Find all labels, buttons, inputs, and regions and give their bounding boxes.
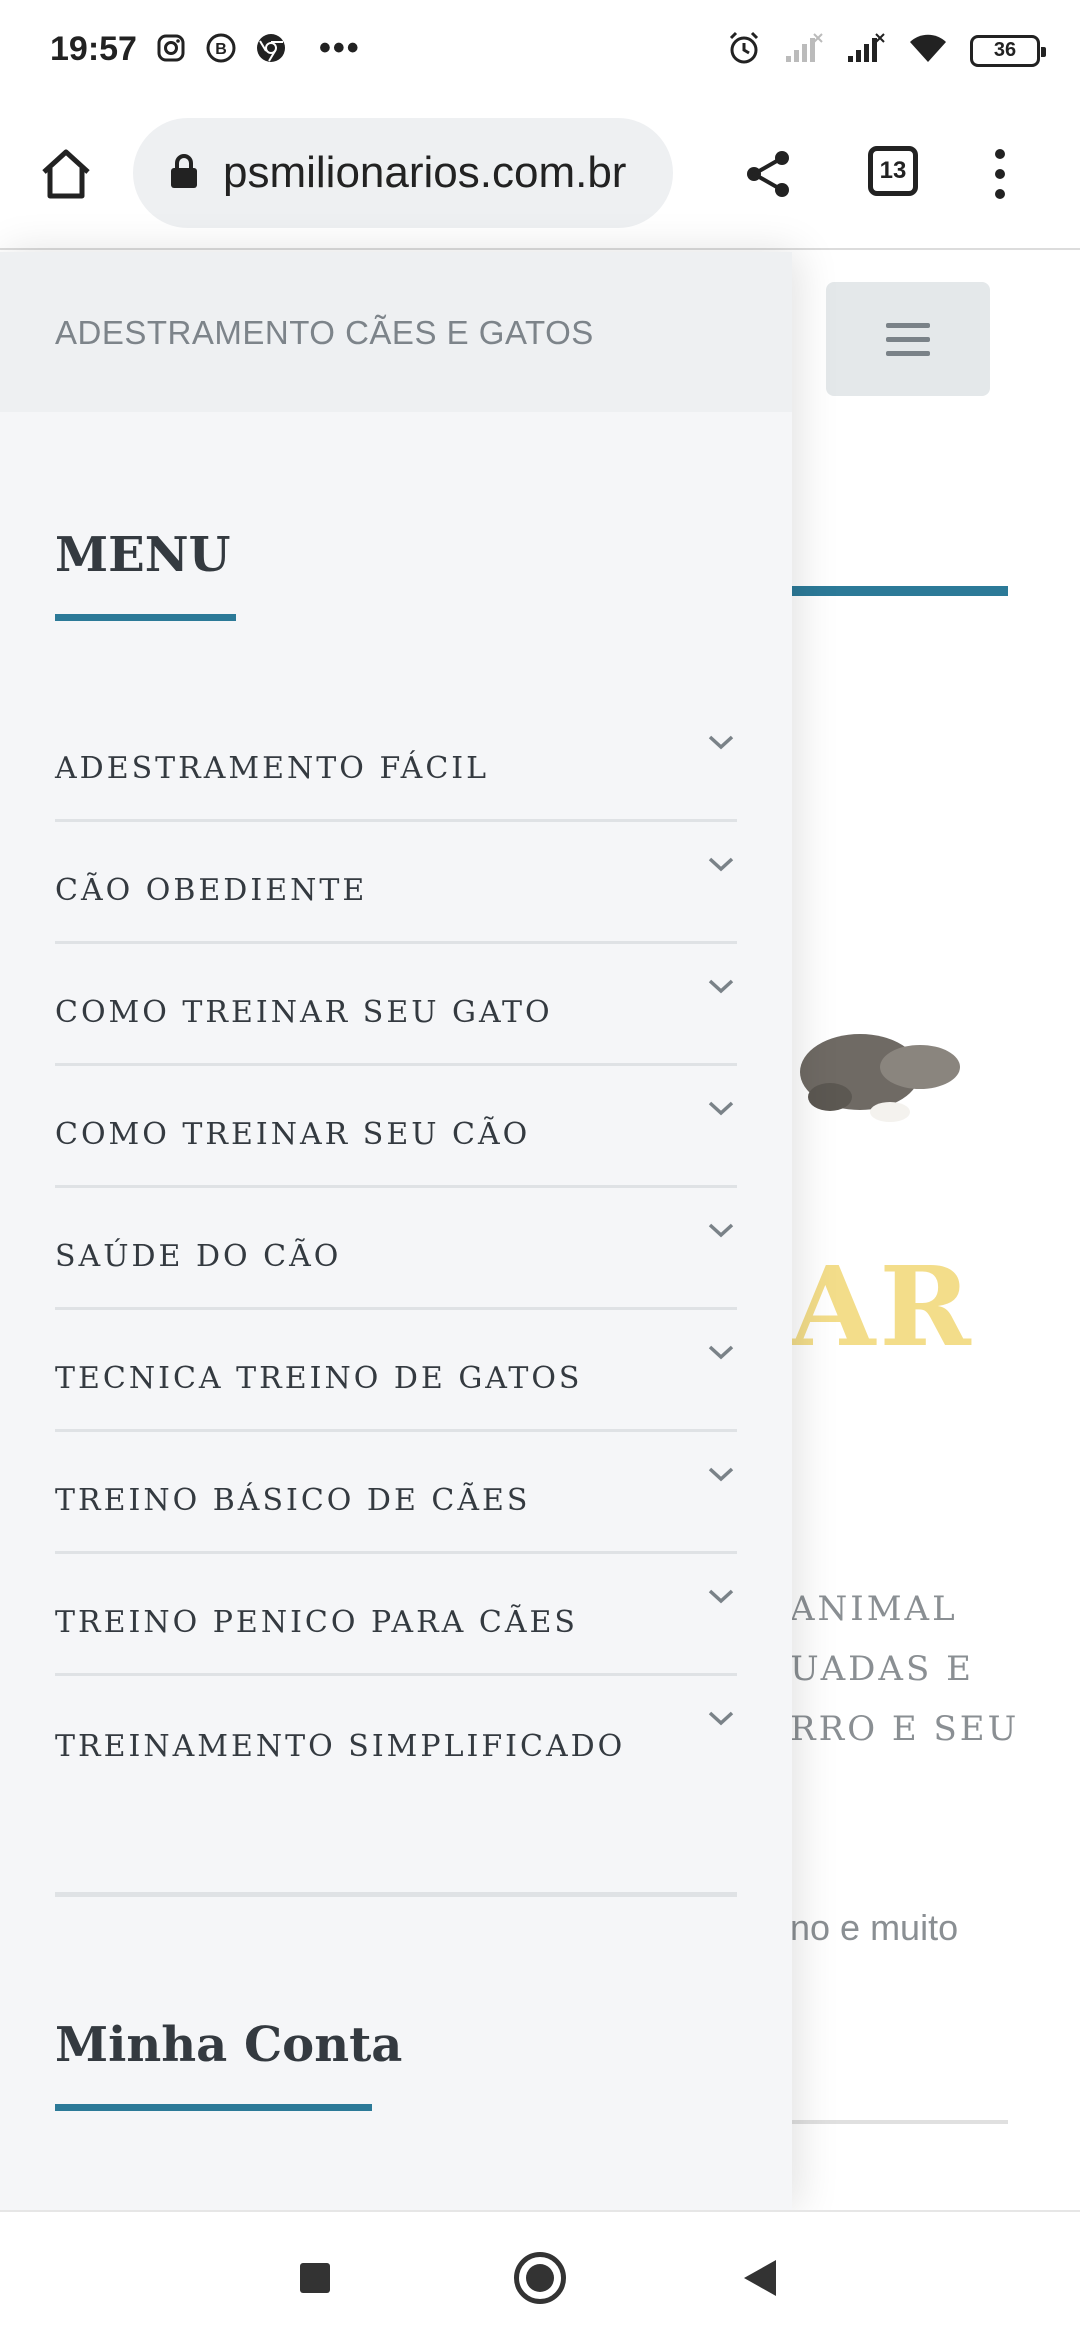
drawer-divider <box>55 1892 737 1897</box>
navigation-drawer: ADESTRAMENTO CÃES E GATOS MENU ADESTRAME… <box>0 252 792 2210</box>
share-icon[interactable] <box>740 146 796 202</box>
wifi-icon <box>908 32 948 69</box>
menu-item-label[interactable]: COMO TREINAR SEU GATO <box>55 977 553 1030</box>
menu-item-label[interactable]: COMO TREINAR SEU CÃO <box>55 1099 530 1152</box>
tab-switcher-button[interactable]: 13 <box>868 146 918 196</box>
account-heading-underline <box>55 2104 372 2111</box>
system-navigation-bar <box>0 2210 1080 2340</box>
notification-icons: B ••• <box>155 29 361 67</box>
url-text[interactable]: psmilionarios.com.br <box>223 148 626 198</box>
menu-item[interactable]: TREINO BÁSICO DE CÃES <box>55 1432 737 1554</box>
chevron-down-icon[interactable] <box>705 1218 737 1242</box>
hamburger-line <box>886 322 930 328</box>
menu-item-label[interactable]: ADESTRAMENTO FÁCIL <box>55 733 489 786</box>
chevron-down-icon[interactable] <box>705 974 737 998</box>
hamburger-line <box>886 350 930 356</box>
menu-list: ADESTRAMENTO FÁCIL CÃO OBEDIENTE COMO TR… <box>55 700 737 1798</box>
menu-item[interactable]: CÃO OBEDIENTE <box>55 822 737 944</box>
status-time: 19:57 <box>50 30 137 68</box>
menu-item[interactable]: ADESTRAMENTO FÁCIL <box>55 700 737 822</box>
page-text-line: RRO E SEU <box>790 1709 1020 1749</box>
menu-item[interactable]: COMO TREINAR SEU GATO <box>55 944 737 1066</box>
account-heading: Minha Conta <box>55 2017 403 2073</box>
page-small-text: no e muito <box>790 1907 959 1948</box>
svg-text:B: B <box>215 41 227 58</box>
drawer-header: ADESTRAMENTO CÃES E GATOS <box>0 252 792 412</box>
cat-image <box>800 1034 960 1122</box>
site-title[interactable]: ADESTRAMENTO CÃES E GATOS <box>55 314 594 352</box>
status-bar: 19:57 B ••• 36 <box>0 0 1080 100</box>
menu-item-label[interactable]: CÃO OBEDIENTE <box>55 855 367 908</box>
menu-item-label[interactable]: TECNICA TREINO DE GATOS <box>55 1343 582 1396</box>
battery-icon: 36 <box>970 34 1046 67</box>
browser-toolbar: psmilionarios.com.br 13 <box>0 100 1080 250</box>
overflow-menu-icon[interactable] <box>985 144 1015 204</box>
chevron-down-icon[interactable] <box>705 1096 737 1120</box>
lock-icon[interactable] <box>169 153 199 194</box>
menu-item-label[interactable]: TREINO PENICO PARA CÃES <box>55 1587 578 1640</box>
menu-item[interactable]: COMO TREINAR SEU CÃO <box>55 1066 737 1188</box>
chrome-icon <box>255 32 287 64</box>
menu-item-label[interactable]: TREINAMENTO SIMPLIFICADO <box>55 1711 625 1764</box>
chevron-down-icon[interactable] <box>705 852 737 876</box>
hamburger-line <box>886 336 930 342</box>
menu-heading: MENU <box>55 527 231 583</box>
alarm-icon <box>726 30 762 71</box>
chevron-down-icon[interactable] <box>705 730 737 754</box>
system-icons: 36 <box>726 30 1046 71</box>
hamburger-menu-button[interactable] <box>826 282 990 396</box>
menu-item[interactable]: SAÚDE DO CÃO <box>55 1188 737 1310</box>
chevron-down-icon[interactable] <box>705 1340 737 1364</box>
address-bar[interactable]: psmilionarios.com.br <box>133 118 673 228</box>
instagram-icon <box>155 32 187 64</box>
menu-item-label[interactable]: SAÚDE DO CÃO <box>55 1221 341 1274</box>
page-accent-rule <box>790 586 1008 596</box>
menu-item[interactable]: TREINO PENICO PARA CÃES <box>55 1554 737 1676</box>
more-notifications-icon: ••• <box>319 29 361 67</box>
home-button[interactable] <box>514 2252 566 2304</box>
menu-item[interactable]: TECNICA TREINO DE GATOS <box>55 1310 737 1432</box>
chevron-down-icon[interactable] <box>705 1584 737 1608</box>
menu-item[interactable]: TREINAMENTO SIMPLIFICADO <box>55 1676 737 1798</box>
chevron-down-icon[interactable] <box>705 1706 737 1730</box>
recents-button[interactable] <box>300 2263 330 2293</box>
page-hero-letters: AR <box>790 1242 975 1371</box>
signal-weak-icon <box>784 32 824 69</box>
back-button[interactable] <box>744 2260 776 2296</box>
menu-item-label[interactable]: TREINO BÁSICO DE CÃES <box>55 1465 531 1518</box>
page-divider <box>790 2120 1008 2124</box>
page-text-line: ANIMAL <box>790 1589 958 1629</box>
business-chat-icon: B <box>205 32 237 64</box>
chevron-down-icon[interactable] <box>705 1462 737 1486</box>
page-text-line: UADAS E <box>790 1649 974 1689</box>
home-icon[interactable] <box>36 144 96 204</box>
signal-icon <box>846 32 886 69</box>
menu-heading-underline <box>55 614 236 621</box>
